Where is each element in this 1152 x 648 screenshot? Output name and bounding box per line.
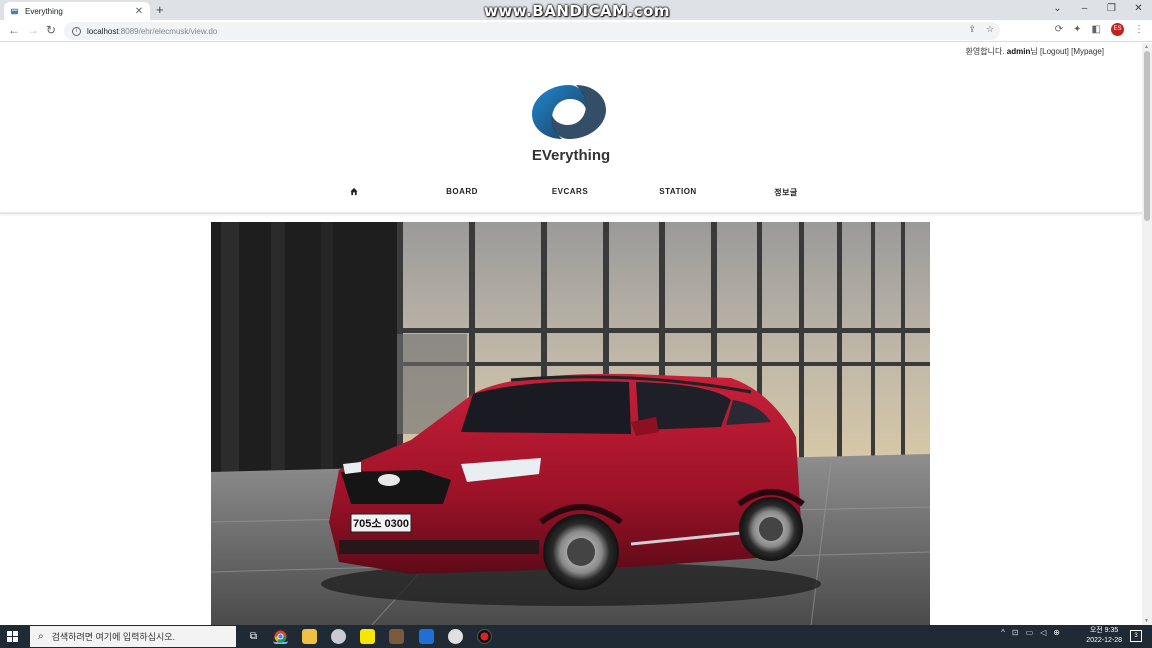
bandicam-record-icon[interactable] [477, 629, 492, 644]
browser-toolbar: ← → ↻ i localhost :8089/ehr/elecmusk/vie… [0, 20, 1152, 42]
site-info-icon[interactable]: i [72, 26, 81, 36]
volume-icon[interactable]: ◁ [1040, 628, 1046, 637]
new-tab-icon[interactable]: + [156, 3, 164, 17]
browser-tab[interactable]: Everything ✕ [4, 2, 150, 20]
url-host: localhost [87, 26, 119, 36]
nav-evcars[interactable]: EVCARS [552, 187, 588, 196]
bookmark-star-icon[interactable]: ☆ [986, 24, 994, 35]
greeting-text: 환영합니다. [965, 47, 1005, 56]
hero-car-image: 705소 0300 [211, 222, 930, 625]
tab-search-icon[interactable]: ⌄ [1044, 0, 1071, 20]
share-icon[interactable]: ⇪ [968, 24, 976, 35]
username: admin [1006, 47, 1031, 56]
tab-title: Everything [25, 6, 63, 16]
window-controls: ⌄ – ❐ ✕ [1044, 0, 1152, 20]
nav-info[interactable]: 정보글 [774, 187, 798, 198]
system-tray: ^ ⊡ ▭ ◁ ⊕ [1001, 628, 1060, 637]
windows-start-icon[interactable] [7, 631, 18, 642]
os-taskbar: ⌕ 검색하려면 여기에 입력하십시오. ⧉ ^ ⊡ ▭ ◁ ⊕ 오전 9:35 … [0, 625, 1152, 648]
minimize-icon[interactable]: – [1071, 0, 1098, 20]
url-path: :8089/ehr/elecmusk/view.do [118, 26, 218, 36]
page-scrollbar[interactable]: ▲ ▼ [1142, 43, 1152, 625]
extensions-icon[interactable]: ✦ [1073, 24, 1081, 35]
address-bar[interactable]: i localhost :8089/ehr/elecmusk/view.do ⇪… [64, 22, 1000, 40]
toolbar-actions: ⟳ ✦ ◧ ES ⋮ [1055, 23, 1144, 36]
taskbar-clock[interactable]: 오전 9:35 2022-12-28 [1086, 626, 1122, 646]
reload-icon[interactable]: ↻ [46, 23, 56, 37]
app-icon-1[interactable] [331, 629, 346, 644]
profile-avatar[interactable]: ES [1111, 23, 1124, 36]
refresh-extension-icon[interactable]: ⟳ [1055, 24, 1063, 35]
forward-icon[interactable]: → [27, 23, 39, 37]
menu-kebab-icon[interactable]: ⋮ [1134, 24, 1144, 35]
restore-icon[interactable]: ❐ [1098, 0, 1125, 20]
web-page: 환영합니다. admin님 [Logout] [Mypage] EVerythi… [0, 43, 1142, 625]
page-favicon-icon [10, 8, 19, 14]
recording-watermark: www.BANDICAM.com [484, 2, 671, 20]
user-bar: 환영합니다. admin님 [Logout] [Mypage] [966, 46, 1105, 57]
side-panel-icon[interactable]: ◧ [1092, 24, 1101, 35]
screen: Everything ✕ + www.BANDICAM.com ⌄ – ❐ ✕ … [0, 0, 1152, 648]
home-icon [350, 187, 358, 196]
ime-icon[interactable]: ⊕ [1053, 628, 1060, 637]
app-icon-3[interactable] [419, 629, 434, 644]
mypage-link[interactable]: [Mypage] [1071, 47, 1104, 56]
clock-time: 오전 9:35 [1089, 627, 1119, 634]
chrome-taskbar-icon[interactable] [273, 629, 288, 644]
browser-tab-bar: Everything ✕ + www.BANDICAM.com ⌄ – ❐ ✕ [0, 0, 1152, 20]
network-icon[interactable]: ⊡ [1012, 628, 1019, 637]
file-explorer-icon[interactable] [302, 629, 317, 644]
scroll-up-icon[interactable]: ▲ [1144, 44, 1149, 50]
nav-divider [0, 212, 1142, 214]
nav-board[interactable]: BOARD [446, 187, 478, 196]
nav-station[interactable]: STATION [659, 187, 696, 196]
close-window-icon[interactable]: ✕ [1125, 0, 1152, 20]
username-suffix: 님 [1030, 47, 1038, 56]
main-nav: BOARD EVCARS STATION 정보글 [300, 187, 842, 201]
tray-chevron-icon[interactable]: ^ [1001, 628, 1005, 637]
kakaotalk-icon[interactable] [360, 629, 375, 644]
app-icon-2[interactable] [389, 629, 404, 644]
brand-text: EVerything [531, 147, 611, 164]
clock-date: 2022-12-28 [1086, 637, 1122, 644]
logout-link[interactable]: [Logout] [1040, 47, 1069, 56]
nav-home[interactable] [350, 187, 359, 198]
display-icon[interactable]: ▭ [1026, 628, 1034, 637]
brand-name: EVerything [0, 147, 1142, 164]
license-plate: 705소 0300 [353, 517, 409, 530]
back-icon[interactable]: ← [8, 23, 20, 37]
notification-icon[interactable]: 3 [1130, 630, 1142, 642]
car-photo: 705소 0300 [211, 222, 930, 625]
scrollbar-thumb[interactable] [1144, 51, 1150, 221]
tab-close-icon[interactable]: ✕ [134, 6, 144, 17]
search-placeholder: 검색하려면 여기에 입력하십시오. [51, 632, 176, 642]
scroll-down-icon[interactable]: ▼ [1144, 618, 1149, 624]
everything-logo[interactable] [526, 81, 612, 143]
search-icon: ⌕ [38, 631, 44, 642]
task-view-icon[interactable]: ⧉ [246, 629, 261, 644]
taskbar-search[interactable]: ⌕ 검색하려면 여기에 입력하십시오. [30, 626, 236, 647]
app-icon-4[interactable] [448, 629, 463, 644]
